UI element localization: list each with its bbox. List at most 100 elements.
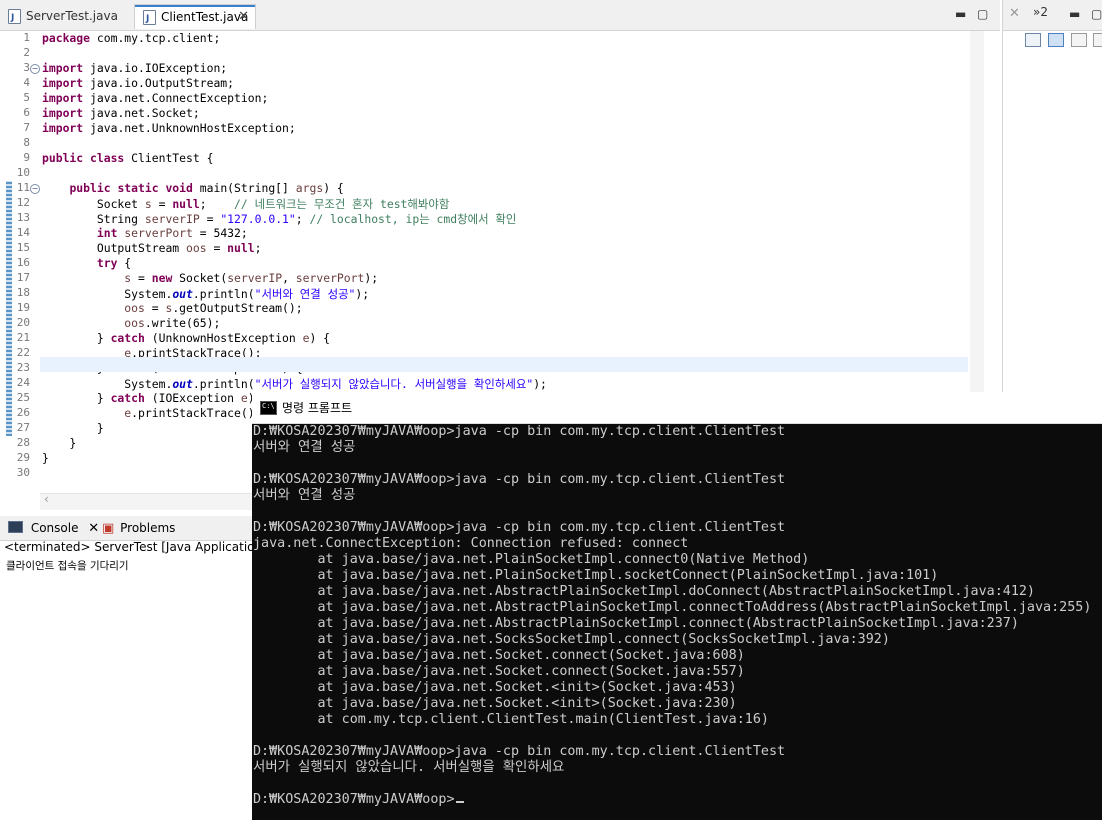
terminal-line: at java.base/java.net.PlainSocketImpl.so… xyxy=(253,568,939,583)
code-line: oos = s.getOutputStream(); xyxy=(124,301,303,315)
tab-label: Console xyxy=(30,521,79,535)
terminal-line: at java.base/java.net.AbstractPlainSocke… xyxy=(253,616,1019,631)
terminal-line: D:₩KOSA202307₩myJAVA₩oop>java -cp bin co… xyxy=(253,520,786,535)
code-line: import java.io.OutputStream; xyxy=(42,76,235,90)
console-output: 클라이언트 접속을 기다리기 xyxy=(6,560,129,572)
line-number: 12 xyxy=(16,196,30,209)
line-number: 10 xyxy=(16,166,30,179)
code-line: System.out.println("서버가 실행되지 않았습니다. 서버실행… xyxy=(42,377,547,391)
code-line: import java.net.ConnectException; xyxy=(42,91,269,105)
fold-collapse-icon[interactable]: − xyxy=(30,64,40,74)
tab-label: ServerTest.java xyxy=(26,9,118,23)
line-number: 29 xyxy=(16,451,30,464)
code-line: int serverPort = 5432; xyxy=(96,226,248,240)
text-cursor xyxy=(455,801,464,803)
close-icon[interactable]: ✕ xyxy=(88,521,99,536)
hide-fields-icon[interactable] xyxy=(1071,33,1087,47)
line-number: 8 xyxy=(23,136,30,149)
line-number: 11 xyxy=(16,181,30,194)
line-number: 7 xyxy=(23,121,30,134)
terminal-line: 서버와 연결 성공 xyxy=(253,488,356,503)
tab-console[interactable]: Console ✕ xyxy=(8,516,99,540)
close-icon[interactable]: ✕ xyxy=(238,5,249,29)
line-number: 17 xyxy=(16,271,30,284)
code-line: e.printStackTrace(); xyxy=(124,406,262,420)
code-line: public class ClientTest { xyxy=(42,151,214,165)
java-file-icon xyxy=(8,6,21,30)
line-number: 22 xyxy=(16,346,30,359)
overflow-tabs[interactable]: »2 xyxy=(1033,5,1048,19)
code-line: } xyxy=(42,451,49,465)
tab-label: ClientTest.java xyxy=(161,10,249,24)
terminal-line: at java.base/java.net.SocksSocketImpl.co… xyxy=(253,632,890,647)
code-line: String serverIP = "127.0.0.1"; // localh… xyxy=(42,212,517,226)
terminal-line: at java.base/java.net.AbstractPlainSocke… xyxy=(253,584,1035,599)
terminal-line: 서버가 실행되지 않았습니다. 서버실행을 확인하세요 xyxy=(253,760,565,775)
code-line: import java.net.Socket; xyxy=(42,106,200,120)
terminal-line: at com.my.tcp.client.ClientTest.main(Cli… xyxy=(253,712,769,727)
line-number: 28 xyxy=(16,436,30,449)
maximize-icon[interactable]: ▢ xyxy=(977,7,988,21)
code-line: public static void main(String[] args) { xyxy=(69,181,344,195)
line-number: 9 xyxy=(23,151,30,164)
console-icon xyxy=(8,521,23,533)
tab-clienttest[interactable]: ClientTest.java ✕ xyxy=(134,4,256,31)
line-number: 4 xyxy=(23,76,30,89)
code-line: Socket s = null; // 네트워크는 무조건 혼자 test해봐야… xyxy=(42,197,450,211)
line-number: 23 xyxy=(16,361,30,374)
problems-icon: ▣ xyxy=(102,521,115,536)
fold-collapse-icon[interactable]: − xyxy=(30,184,40,194)
code-line: } xyxy=(42,421,104,435)
code-line: import java.net.UnknownHostException; xyxy=(42,121,296,135)
editor-tab-bar: ServerTest.java ClientTest.java ✕ ▬ ▢ xyxy=(0,0,1000,31)
hide-static-icon[interactable] xyxy=(1093,33,1102,47)
scroll-left-icon[interactable]: ‹ xyxy=(44,492,49,506)
terminal-line: java.net.ConnectException: Connection re… xyxy=(253,536,689,551)
close-icon[interactable]: ✕ xyxy=(1009,6,1020,21)
code-line: s = new Socket(serverIP, serverPort); xyxy=(124,271,379,285)
line-number: 6 xyxy=(23,106,30,119)
minimize-icon[interactable]: ▬ xyxy=(955,7,966,21)
line-number: 3 xyxy=(23,61,30,74)
tab-servertest[interactable]: ServerTest.java xyxy=(0,4,133,30)
line-number: 24 xyxy=(16,376,30,389)
cmd-icon xyxy=(260,401,277,415)
terminal-line: at java.base/java.net.PlainSocketImpl.co… xyxy=(253,552,810,567)
line-number: 2 xyxy=(23,46,30,59)
line-number: 18 xyxy=(16,286,30,299)
line-number: 1 xyxy=(23,31,30,44)
minimize-icon[interactable]: ▬ xyxy=(1069,7,1080,21)
terminal-line: D:₩KOSA202307₩myJAVA₩oop>java -cp bin co… xyxy=(253,472,786,487)
code-line: OutputStream oos = null; xyxy=(42,241,262,255)
code-line: oos.write(65); xyxy=(124,316,221,330)
terminal-line: 서버와 연결 성공 xyxy=(253,440,356,455)
terminal-line: at java.base/java.net.Socket.connect(Soc… xyxy=(253,648,745,663)
outline-panel-header: ✕ »2 ▬ ▢ xyxy=(1003,0,1102,31)
code-line: } xyxy=(42,436,77,450)
tab-problems[interactable]: ▣ Problems xyxy=(102,516,175,540)
line-number: 16 xyxy=(16,256,30,269)
line-number: 15 xyxy=(16,241,30,254)
terminal-line: at java.base/java.net.Socket.<init>(Sock… xyxy=(253,680,737,695)
terminal-line: D:₩KOSA202307₩myJAVA₩oop>java -cp bin co… xyxy=(253,744,786,759)
line-number: 14 xyxy=(16,226,30,239)
line-number: 20 xyxy=(16,316,30,329)
line-number: 19 xyxy=(16,301,30,314)
terminal-line: D:₩KOSA202307₩myJAVA₩oop> xyxy=(253,792,1102,808)
window-titlebar[interactable]: 명령 프롬프트 xyxy=(252,392,1102,424)
current-line-highlight xyxy=(40,357,968,372)
code-line: } catch (UnknownHostException e) { xyxy=(42,331,331,345)
line-number: 27 xyxy=(16,421,30,434)
terminal-output[interactable]: D:₩KOSA202307₩myJAVA₩oop>java -cp bin co… xyxy=(253,423,1102,820)
collapse-all-icon[interactable] xyxy=(1025,33,1041,47)
line-number: 25 xyxy=(16,391,30,404)
code-line: System.out.println("서버와 연결 성공"); xyxy=(42,287,370,301)
maximize-icon[interactable]: ▢ xyxy=(1091,7,1102,21)
code-line: package com.my.tcp.client; xyxy=(42,31,221,45)
sort-icon[interactable] xyxy=(1048,33,1064,47)
command-prompt-window[interactable]: 명령 프롬프트 D:₩KOSA202307₩myJAVA₩oop>java -c… xyxy=(252,392,1102,820)
java-file-icon xyxy=(143,7,156,31)
